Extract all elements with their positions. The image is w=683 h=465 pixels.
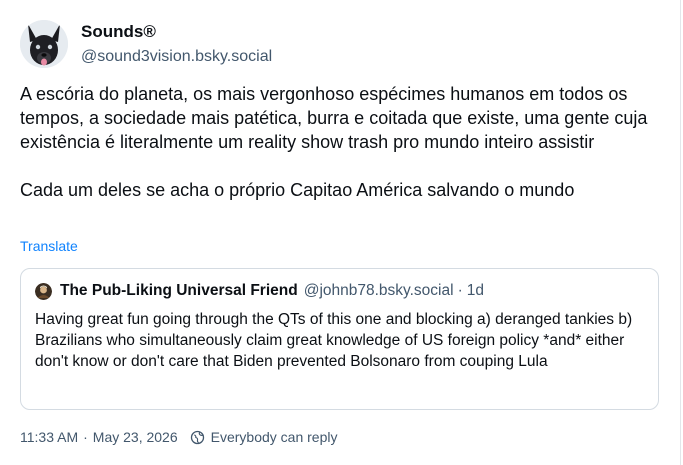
quoted-post[interactable]: The Pub-Liking Universal Friend @johnb78… xyxy=(20,268,659,410)
author-display-name[interactable]: Sounds® xyxy=(81,21,272,43)
person-avatar-icon xyxy=(35,282,52,300)
dog-avatar-icon xyxy=(20,20,68,68)
quoted-post-text: Having great fun going through the QTs o… xyxy=(35,311,633,370)
post-footer: 11:33 AM · May 23, 2026 Everybody can re… xyxy=(20,428,337,446)
quoted-author-handle[interactable]: @johnb78.bsky.social xyxy=(304,281,454,301)
quoted-post-time[interactable]: 1d xyxy=(467,281,484,301)
globe-icon xyxy=(190,430,204,444)
quoted-post-header: The Pub-Liking Universal Friend @johnb78… xyxy=(35,281,644,301)
reply-setting[interactable]: Everybody can reply xyxy=(211,428,338,446)
author-names: Sounds® @sound3vision.bsky.social xyxy=(81,21,272,68)
quoted-separator: · xyxy=(457,282,463,299)
post-text: A escória do planeta, os mais vergonhoso… xyxy=(20,84,648,200)
translate-link[interactable]: Translate xyxy=(20,237,78,255)
post-card: Sounds® @sound3vision.bsky.social A escó… xyxy=(0,0,681,465)
post-date: May 23, 2026 xyxy=(92,429,178,445)
quoted-author-avatar[interactable] xyxy=(35,282,52,300)
post-author-header: Sounds® @sound3vision.bsky.social xyxy=(20,20,272,68)
author-handle[interactable]: @sound3vision.bsky.social xyxy=(81,46,272,68)
author-avatar[interactable] xyxy=(20,20,68,68)
quoted-author-name[interactable]: The Pub-Liking Universal Friend xyxy=(60,281,298,301)
post-timestamp: 11:33 AM xyxy=(20,429,79,445)
footer-separator: · xyxy=(83,429,88,445)
